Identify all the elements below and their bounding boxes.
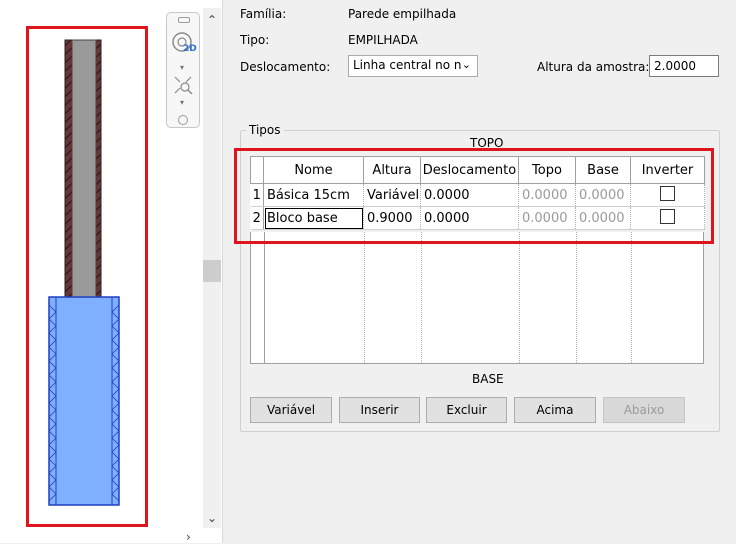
chevron-down-icon: ⌄ bbox=[461, 58, 471, 71]
zoom-icon[interactable] bbox=[173, 75, 193, 95]
chevron-down-icon[interactable]: ▾ bbox=[180, 63, 184, 72]
view-navigation-bar[interactable]: 2D ▾ ▾ bbox=[166, 12, 200, 128]
variable-button[interactable]: Variável bbox=[250, 397, 332, 423]
family-value: Parede empilhada bbox=[348, 7, 457, 21]
scrollbar-thumb[interactable] bbox=[203, 260, 221, 282]
base-label: BASE bbox=[472, 372, 504, 386]
table-highlight-box bbox=[234, 148, 714, 244]
sample-height-label: Altura da amostra: bbox=[537, 60, 650, 74]
types-group-label: Tipos bbox=[246, 123, 284, 137]
sample-height-input[interactable]: 2.0000 bbox=[649, 55, 719, 77]
offset-label: Deslocamento: bbox=[240, 60, 331, 74]
type-value: EMPILHADA bbox=[348, 33, 418, 47]
move-up-button[interactable]: Acima bbox=[514, 397, 596, 423]
nav-2d-label: 2D bbox=[183, 44, 197, 54]
chevron-down-icon[interactable]: ▾ bbox=[180, 98, 184, 107]
scroll-down-icon[interactable]: ⌄ bbox=[203, 510, 221, 526]
family-label: Família: bbox=[240, 7, 287, 21]
scroll-right-icon[interactable]: › bbox=[186, 530, 191, 544]
type-label: Tipo: bbox=[240, 33, 270, 47]
move-down-button[interactable]: Abaixo bbox=[603, 397, 685, 423]
preview-highlight-box bbox=[26, 26, 148, 527]
scroll-up-icon[interactable]: ⌃ bbox=[203, 12, 221, 28]
offset-dropdown[interactable]: Linha central no n ⌄ bbox=[348, 55, 478, 77]
table-empty-area[interactable] bbox=[250, 232, 704, 364]
insert-button[interactable]: Inserir bbox=[339, 397, 420, 423]
nav-bar-grip-icon bbox=[178, 17, 190, 23]
delete-button[interactable]: Excluir bbox=[426, 397, 507, 423]
offset-dropdown-value: Linha central no n bbox=[353, 58, 462, 72]
nav-bar-options-icon[interactable] bbox=[178, 115, 188, 125]
